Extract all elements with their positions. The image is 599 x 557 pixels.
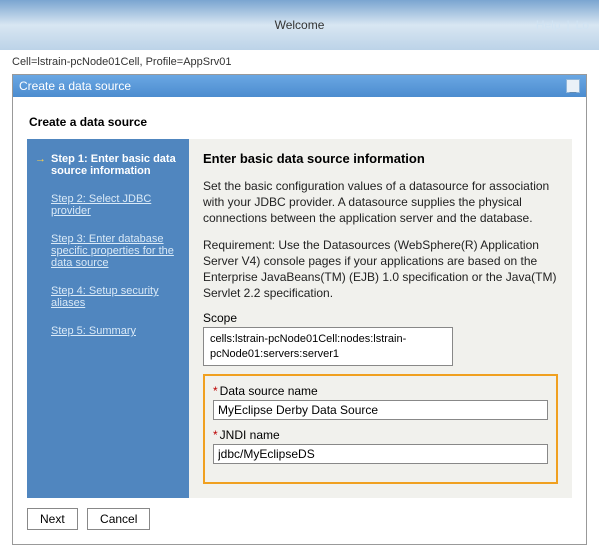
cell-profile-text: Cell=lstrain-pcNode01Cell, Profile=AppSr…	[0, 50, 599, 74]
cancel-button[interactable]: Cancel	[87, 508, 150, 530]
data-source-name-label: *Data source name	[213, 384, 548, 398]
scope-readonly: cells:lstrain-pcNode01Cell:nodes:lstrain…	[203, 327, 453, 366]
wizard-main: Enter basic data source information Set …	[189, 139, 572, 498]
main-paragraph-1: Set the basic configuration values of a …	[203, 178, 558, 227]
top-banner: Welcome Help | Lo	[0, 0, 599, 50]
section-heading: Create a data source	[29, 115, 572, 129]
logout-link[interactable]: Lo	[576, 18, 589, 32]
help-link[interactable]: Help	[536, 18, 561, 32]
main-paragraph-2: Requirement: Use the Datasources (WebSph…	[203, 237, 558, 302]
step-nav: → Step 1: Enter basic data source inform…	[27, 139, 189, 498]
data-source-name-input[interactable]	[213, 400, 548, 420]
welcome-text: Welcome	[275, 18, 325, 32]
portlet-title: Create a data source	[19, 79, 131, 93]
step-1-label: Step 1: Enter basic data source informat…	[51, 153, 179, 177]
portlet-panel: Create a data source _ Create a data sou…	[12, 74, 587, 545]
step-3-label[interactable]: Step 3: Enter database specific properti…	[51, 233, 179, 269]
next-button[interactable]: Next	[27, 508, 78, 530]
required-icon: *	[213, 384, 218, 398]
portlet-content: Create a data source → Step 1: Enter bas…	[13, 97, 586, 544]
minimize-button[interactable]: _	[566, 79, 580, 93]
step-4: Step 4: Setup security aliases	[33, 279, 181, 319]
step-5: Step 5: Summary	[33, 319, 181, 347]
scope-label: Scope	[203, 311, 558, 325]
highlighted-fields: *Data source name *JNDI name	[203, 374, 558, 484]
portlet-title-bar: Create a data source _	[13, 75, 586, 97]
main-heading: Enter basic data source information	[203, 151, 558, 166]
step-5-label[interactable]: Step 5: Summary	[51, 325, 179, 337]
step-3: Step 3: Enter database specific properti…	[33, 227, 181, 279]
required-icon: *	[213, 428, 218, 442]
wizard-buttons: Next Cancel	[27, 508, 572, 530]
step-2-label[interactable]: Step 2: Select JDBC provider	[51, 193, 179, 217]
arrow-icon: →	[35, 153, 51, 165]
jndi-name-input[interactable]	[213, 444, 548, 464]
step-1: → Step 1: Enter basic data source inform…	[33, 147, 181, 187]
jndi-name-label: *JNDI name	[213, 428, 548, 442]
step-2: Step 2: Select JDBC provider	[33, 187, 181, 227]
step-4-label[interactable]: Step 4: Setup security aliases	[51, 285, 179, 309]
wizard: → Step 1: Enter basic data source inform…	[27, 139, 572, 498]
top-separator: |	[567, 18, 570, 32]
